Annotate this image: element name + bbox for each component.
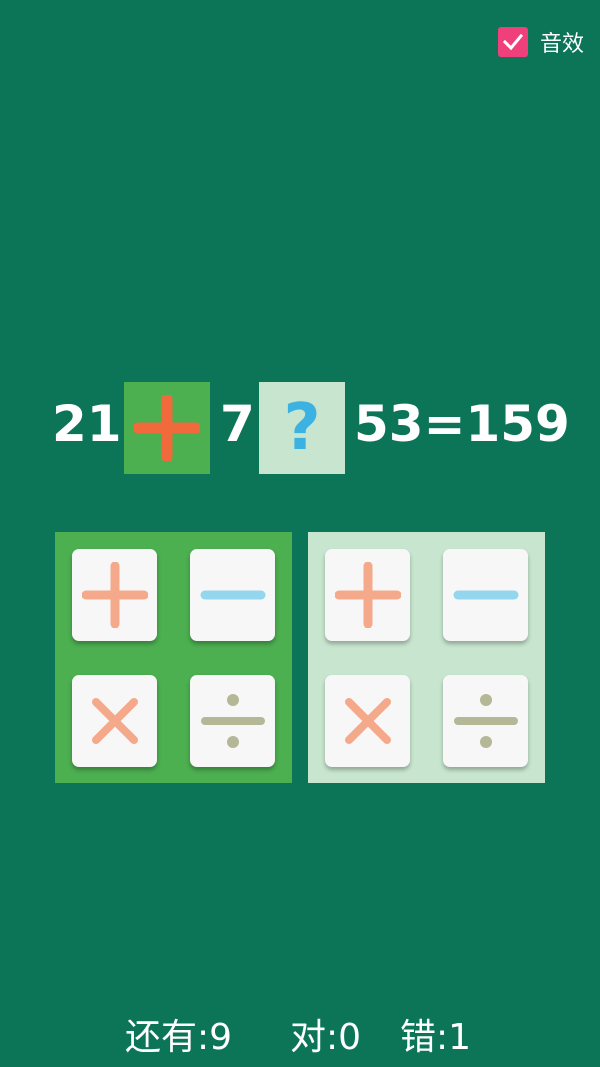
equation-rest: 53=159 <box>354 395 570 453</box>
minus-icon <box>200 590 265 600</box>
operand-b: 7 <box>220 395 255 453</box>
key-divide-left[interactable] <box>190 675 275 767</box>
correct-count: 对:0 <box>290 1017 362 1058</box>
multiply-icon <box>344 698 391 744</box>
multiply-icon <box>91 698 138 744</box>
sound-toggle[interactable]: 音效 <box>498 26 584 58</box>
key-plus-right[interactable] <box>325 549 410 641</box>
checkmark-icon <box>502 33 524 51</box>
score-bar: 还有:9 对:0 错:1 <box>0 1008 600 1058</box>
key-minus-left[interactable] <box>190 549 275 641</box>
divide-icon <box>453 694 518 748</box>
key-multiply-left[interactable] <box>72 675 157 767</box>
keypad-left <box>55 532 292 783</box>
remaining-count: 还有:9 <box>125 1017 233 1058</box>
sound-label: 音效 <box>540 32 585 57</box>
wrong-count: 错:1 <box>400 1017 472 1058</box>
key-minus-right[interactable] <box>443 549 528 641</box>
key-multiply-right[interactable] <box>325 675 410 767</box>
key-divide-right[interactable] <box>443 675 528 767</box>
operator-slot-2[interactable]: ? <box>259 382 345 474</box>
operand-a: 21 <box>52 395 122 453</box>
key-plus-left[interactable] <box>72 549 157 641</box>
equation: 21 7 ? 53=159 <box>0 382 600 474</box>
sound-checkbox[interactable] <box>498 27 528 57</box>
plus-icon <box>81 562 148 628</box>
plus-icon <box>334 562 401 628</box>
divide-icon <box>200 694 265 748</box>
minus-icon <box>453 590 518 600</box>
operator-slot-1[interactable] <box>124 382 210 474</box>
plus-icon <box>134 395 200 461</box>
question-mark: ? <box>283 391 321 465</box>
keypad-right <box>308 532 545 783</box>
